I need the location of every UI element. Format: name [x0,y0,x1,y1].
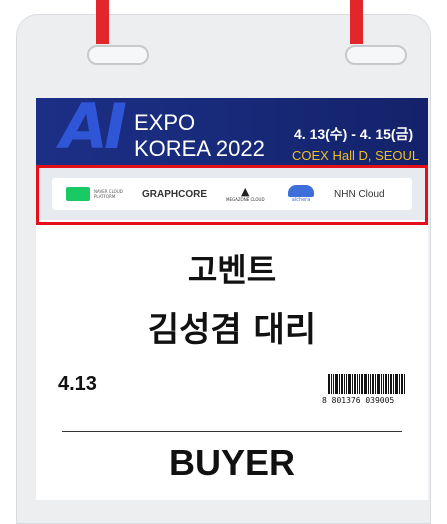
holder-slot-left [87,45,149,65]
divider-line [62,431,402,432]
attendee-role: BUYER [168,442,296,483]
event-banner: AI EXPO KOREA 2022 4. 13(수) - 4. 15(금) C… [36,98,428,168]
attendee-name: 김성겸 대리 [147,310,317,350]
ai-logo: AI [60,98,127,163]
barcode-number: 8 801376 039005 [322,396,395,405]
sponsor-alchera: alchera [288,178,314,210]
expo-title: EXPO [134,110,196,135]
lanyard-strap-left [96,0,109,44]
naver-cloud-logo-icon [66,187,90,201]
megazone-logo-icon: ▲ [241,184,250,198]
korea-title: KOREA 2022 [134,136,265,161]
sponsor-strip: NAVER CLOUD PLATFORM GRAPHCORE ▲ MEGAZON… [36,168,428,220]
alchera-cloud-icon [288,184,314,197]
name-badge-card: AI EXPO KOREA 2022 4. 13(수) - 4. 15(금) C… [36,98,428,500]
sponsor-label: MEGAZONE CLOUD [226,196,265,202]
sponsor-megazone: ▲ MEGAZONE CLOUD [226,178,265,210]
sponsor-label: alchera [291,196,311,203]
sponsor-label: NAVER CLOUD PLATFORM [94,189,123,199]
sponsor-graphcore: GRAPHCORE [142,188,208,200]
event-dates: 4. 13(수) - 4. 15(금) [294,126,414,142]
lanyard-strap-right [350,0,363,44]
sponsor-nhn-cloud: NHN Cloud [334,188,385,200]
holder-slot-right [345,45,407,65]
event-venue: COEX Hall D, SEOUL [292,148,420,163]
sponsor-logos: NAVER CLOUD PLATFORM GRAPHCORE ▲ MEGAZON… [52,178,412,210]
attendance-date: 4.13 [58,373,97,395]
sponsor-naver-cloud: NAVER CLOUD PLATFORM [66,178,124,210]
barcode-icon [328,374,412,394]
company-name: 고벤트 [187,251,277,289]
